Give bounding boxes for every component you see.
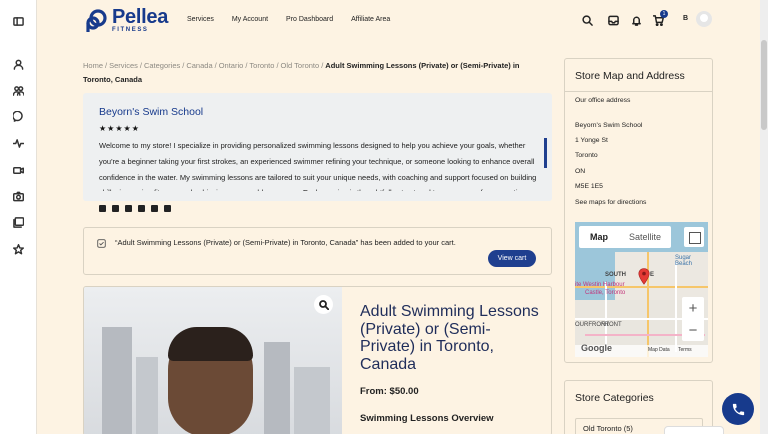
overview-heading: Swimming Lessons Overview — [360, 413, 494, 424]
camera-icon[interactable] — [11, 189, 25, 203]
breadcrumb-home[interactable]: Home — [83, 61, 103, 70]
breadcrumb-ontario[interactable]: Ontario — [219, 61, 244, 70]
store-name[interactable]: Beyorn's Swim School — [99, 106, 203, 118]
map-label-castle: Castle, Toronto — [585, 290, 626, 296]
product-title: Adult Swimming Lessons (Private) or (Sem… — [360, 303, 539, 373]
categories-card-title: Store Categories — [575, 392, 654, 404]
breadcrumb-toronto[interactable]: Toronto — [249, 61, 274, 70]
breadcrumb-services[interactable]: Services — [109, 61, 138, 70]
map-tab-map[interactable]: Map — [579, 226, 619, 248]
map-zoom-out-button[interactable]: − — [682, 319, 704, 341]
map-card-title: Store Map and Address — [575, 70, 685, 82]
zoom-icon[interactable] — [314, 295, 333, 314]
gallery-icon[interactable] — [11, 215, 25, 229]
user-profile-icon[interactable] — [11, 57, 25, 71]
map-data-link[interactable]: Map Data — [648, 347, 670, 353]
nav-item-affiliate-area[interactable]: Affiliate Area — [351, 16, 390, 23]
left-rail — [0, 0, 37, 434]
check-icon — [97, 239, 106, 248]
store-map-card: Store Map and Address Our office address… — [564, 58, 713, 363]
instagram-icon[interactable] — [112, 205, 119, 212]
youtube-icon[interactable] — [151, 205, 158, 212]
address-city: Toronto — [575, 152, 598, 159]
activity-icon[interactable] — [11, 136, 25, 150]
search-icon[interactable] — [580, 13, 594, 27]
phone-call-button[interactable] — [722, 393, 754, 425]
breadcrumb-canada[interactable]: Canada — [186, 61, 212, 70]
page-scrollbar-thumb[interactable] — [761, 40, 767, 130]
users-icon[interactable] — [11, 83, 25, 97]
category-label: Old Toronto — [583, 424, 622, 433]
map-label-e: E — [650, 272, 655, 278]
store-description-scrollbar[interactable] — [544, 138, 547, 168]
video-icon[interactable] — [11, 163, 25, 177]
page-scrollbar[interactable] — [760, 0, 768, 434]
pinterest-icon[interactable] — [164, 205, 171, 212]
product-image[interactable] — [84, 287, 342, 434]
breadcrumb-old-toronto[interactable]: Old Toronto — [281, 61, 320, 70]
address-street: 1 Yonge St — [575, 137, 608, 144]
brand-logo[interactable]: Pellea FITNESS — [84, 6, 169, 33]
chat-widget-tab[interactable] — [664, 426, 724, 434]
breadcrumb-categories[interactable]: Categories — [144, 61, 180, 70]
map-zoom-in-button[interactable]: + — [682, 297, 704, 319]
cart-icon[interactable]: 1 — [651, 10, 668, 27]
nav-item-services[interactable]: Services — [187, 16, 214, 23]
fullscreen-icon[interactable] — [684, 227, 704, 247]
map-pin-icon[interactable] — [638, 268, 650, 285]
map-label-ourfront: OURFRONT — [575, 322, 609, 328]
facebook-icon[interactable] — [125, 205, 132, 212]
map-tab-satellite[interactable]: Satellite — [619, 226, 671, 248]
nav-item-pro-dashboard[interactable]: Pro Dashboard — [286, 16, 333, 23]
cart-notice: “Adult Swimming Lessons (Private) or (Se… — [83, 227, 552, 275]
sidebar-toggle-icon[interactable] — [11, 14, 25, 28]
phone-icon — [732, 403, 744, 415]
cart-notice-text: “Adult Swimming Lessons (Private) or (Se… — [115, 238, 456, 247]
address-postal: M5E 1E5 — [575, 183, 603, 190]
avatar[interactable] — [696, 11, 712, 27]
site-header: Pellea FITNESS Services My Account Pro D… — [37, 0, 768, 42]
map-label-sugar-beach: Sugar Beach — [675, 255, 693, 267]
product-card: Adult Swimming Lessons (Private) or (Sem… — [83, 286, 552, 434]
user-initial[interactable]: B — [683, 15, 688, 22]
pellea-logo-icon — [86, 8, 107, 32]
twitter-icon[interactable] — [99, 205, 106, 212]
bell-icon[interactable] — [629, 13, 643, 27]
store-social-links — [99, 205, 177, 212]
category-count: (5) — [623, 424, 633, 433]
map-label-westin: ite Westin Harbour — [575, 282, 625, 288]
star-icon[interactable] — [11, 242, 25, 256]
star-rating: ★★★★★ — [99, 124, 140, 133]
nav-item-my-account[interactable]: My Account — [232, 16, 268, 23]
breadcrumb: Home / Services / Categories / Canada / Ontario /… — [83, 61, 520, 84]
product-price: From: $50.00 — [360, 386, 419, 397]
store-map[interactable]: Map Satellite Sugar Beach SOUTH E ite We… — [575, 222, 708, 357]
address-store-name: Beyorn's Swim School — [575, 122, 643, 129]
address-province: ON — [575, 168, 586, 175]
inbox-icon[interactable] — [606, 13, 620, 27]
map-terms-link[interactable]: Terms — [678, 347, 692, 353]
main-nav: Services My Account Pro Dashboard Affili… — [187, 16, 408, 23]
chat-icon[interactable] — [11, 109, 25, 123]
brand-name: Pellea — [112, 6, 169, 28]
map-zoom-controls: + − — [682, 297, 704, 341]
linkedin-icon[interactable] — [138, 205, 145, 212]
map-label-south: SOUTH — [605, 272, 626, 278]
view-cart-button[interactable]: View cart — [488, 250, 536, 267]
directions-link[interactable]: See maps for directions — [575, 199, 646, 206]
google-logo: Google — [581, 343, 612, 353]
store-card: Beyorn's Swim School ★★★★★ Welcome to my… — [83, 93, 552, 201]
cart-count-badge: 1 — [660, 10, 668, 18]
address-heading: Our office address — [575, 97, 631, 104]
